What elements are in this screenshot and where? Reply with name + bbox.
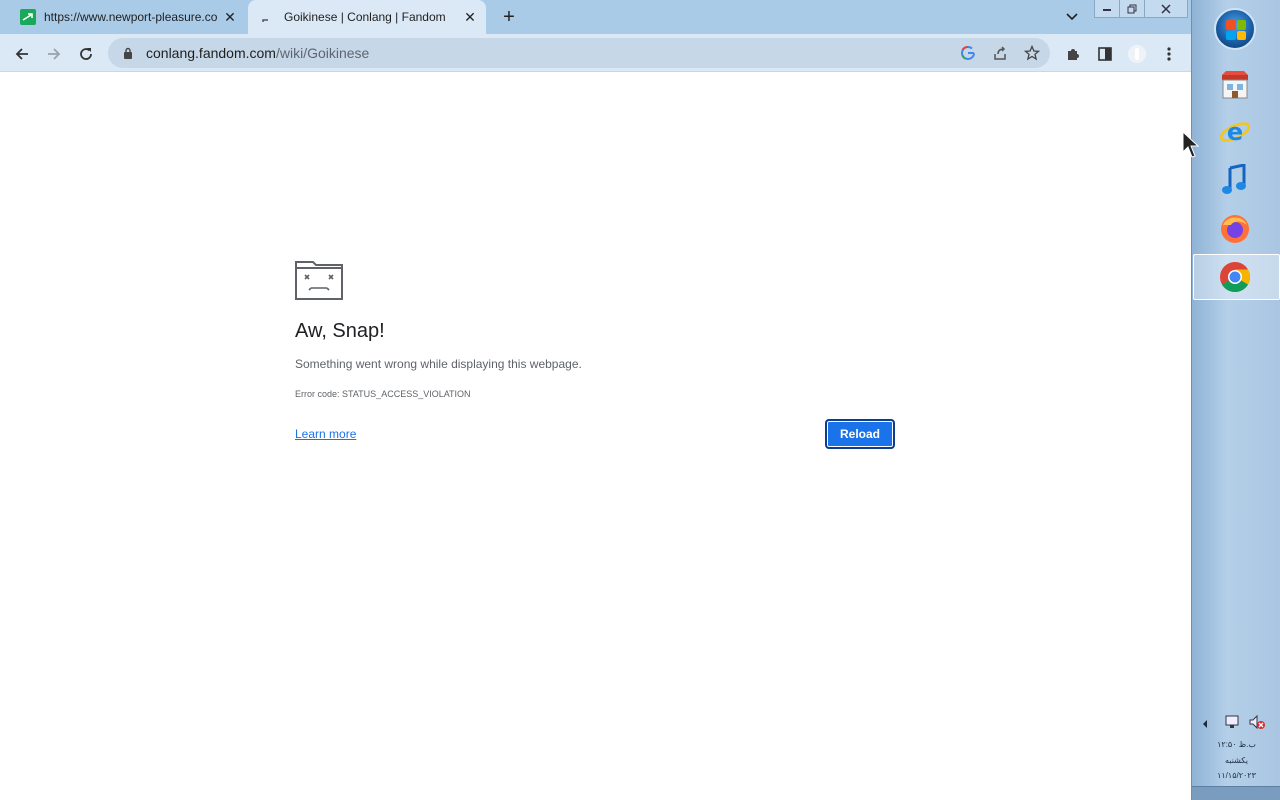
clock-day[interactable]: یکشنبه bbox=[1192, 756, 1280, 765]
address-bar[interactable]: conlang.fandom.com/wiki/Goikinese bbox=[108, 38, 1050, 68]
url-text: conlang.fandom.com/wiki/Goikinese bbox=[146, 45, 370, 61]
google-lens-icon[interactable] bbox=[958, 43, 978, 63]
svg-text:e: e bbox=[1227, 118, 1243, 146]
close-tab-icon[interactable]: ✕ bbox=[460, 7, 480, 27]
bookmark-star-icon[interactable] bbox=[1022, 43, 1042, 63]
profile-avatar-icon[interactable] bbox=[1124, 41, 1150, 67]
start-orb-icon[interactable] bbox=[1214, 8, 1256, 50]
new-tab-button[interactable]: + bbox=[498, 6, 520, 28]
learn-more-link[interactable]: Learn more bbox=[295, 427, 356, 441]
share-icon[interactable] bbox=[990, 43, 1010, 63]
error-heading: Aw, Snap! bbox=[295, 320, 385, 342]
tab-title: Goikinese | Conlang | Fandom bbox=[284, 10, 446, 24]
browser-window: https://www.newport-pleasure.co ✕ Goikin… bbox=[0, 0, 1191, 800]
error-message: Something went wrong while displaying th… bbox=[295, 357, 582, 371]
itunes-icon[interactable] bbox=[1214, 159, 1256, 201]
extensions-puzzle-icon[interactable] bbox=[1060, 41, 1086, 67]
volume-muted-icon[interactable] bbox=[1248, 714, 1266, 735]
clock-time[interactable]: ۱۲:۵۰ ب.ظ bbox=[1192, 740, 1280, 749]
green-arrow-favicon-icon bbox=[20, 9, 36, 25]
restore-button[interactable] bbox=[1119, 0, 1145, 18]
sad-tab-icon bbox=[295, 258, 343, 300]
chrome-icon[interactable] bbox=[1214, 256, 1256, 298]
browser-toolbar: conlang.fandom.com/wiki/Goikinese bbox=[0, 34, 1191, 72]
show-desktop-strip[interactable] bbox=[1192, 786, 1280, 800]
firefox-icon[interactable] bbox=[1214, 208, 1256, 250]
show-hidden-icons-arrow-icon[interactable] bbox=[1202, 716, 1208, 734]
reload-icon[interactable] bbox=[73, 41, 99, 67]
lock-icon[interactable] bbox=[120, 47, 136, 59]
side-panel-icon[interactable] bbox=[1092, 41, 1118, 67]
forward-button[interactable] bbox=[41, 41, 67, 67]
back-button[interactable] bbox=[9, 41, 35, 67]
internet-explorer-icon[interactable]: e bbox=[1214, 111, 1256, 153]
tab-strip: https://www.newport-pleasure.co ✕ Goikin… bbox=[0, 0, 1191, 34]
mouse-cursor-icon bbox=[1181, 130, 1203, 160]
store-icon[interactable] bbox=[1214, 64, 1256, 106]
tab-goikinese[interactable]: Goikinese | Conlang | Fandom ✕ bbox=[248, 0, 486, 34]
error-code: Error code: STATUS_ACCESS_VIOLATION bbox=[295, 389, 471, 399]
network-icon[interactable] bbox=[1224, 714, 1240, 735]
tab-search-chevron-icon[interactable] bbox=[1062, 8, 1082, 26]
reload-button[interactable]: Reload bbox=[825, 419, 895, 449]
clock-date[interactable]: ۱۱/۱۵/۲۰۲۳ bbox=[1192, 771, 1280, 780]
minimize-button[interactable] bbox=[1094, 0, 1120, 18]
taskbar: e ۱۲:۵۰ ب.ظ یکشنبه ۱۱/۱۵/۲۰۲۳ bbox=[1191, 0, 1280, 800]
close-window-button[interactable] bbox=[1144, 0, 1188, 18]
fandom-favicon-icon bbox=[260, 9, 276, 25]
menu-kebab-icon[interactable] bbox=[1156, 41, 1182, 67]
tab-title: https://www.newport-pleasure.co bbox=[44, 10, 218, 24]
tab-newport-pleasure[interactable]: https://www.newport-pleasure.co ✕ bbox=[8, 0, 246, 34]
close-tab-icon[interactable]: ✕ bbox=[220, 7, 240, 27]
